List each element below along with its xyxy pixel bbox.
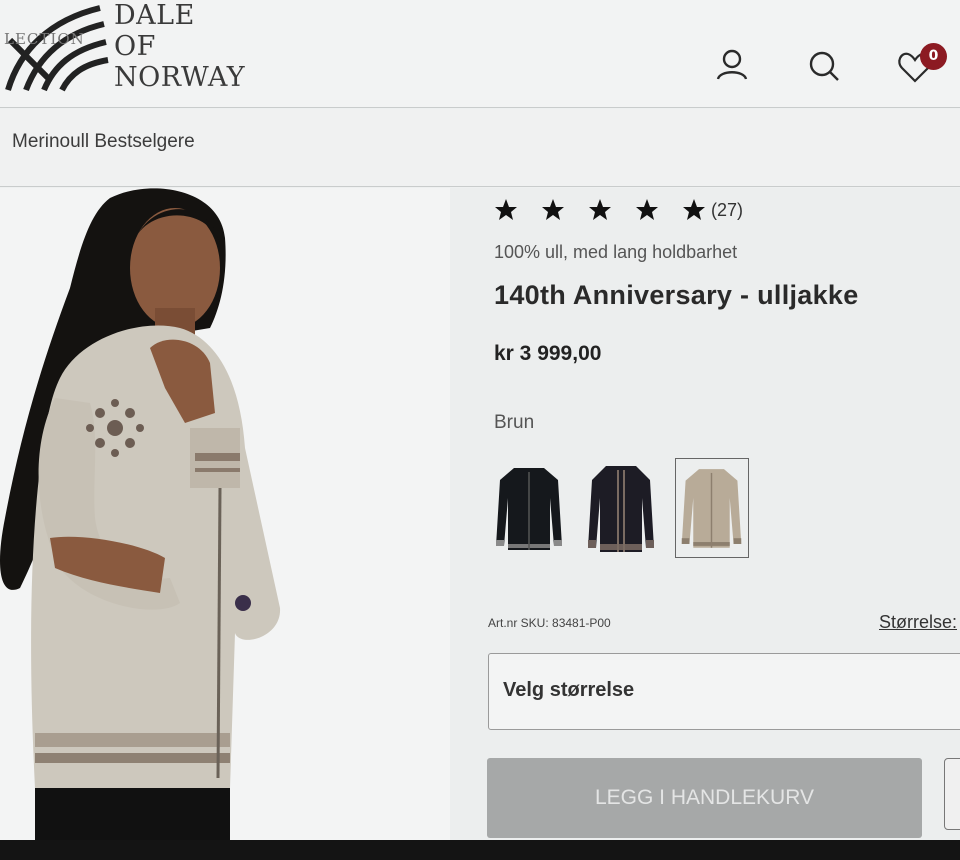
color-swatch-dark-navy[interactable] [584,458,658,558]
screen: LECTION DALE OF NORWAY 0 Merinoull Bests… [0,0,960,860]
user-icon [716,49,748,80]
search-icon [809,51,839,81]
model-wearing-cardigan-image [0,188,281,860]
navy-cardigan-thumbnail [588,466,654,552]
product-photo[interactable] [0,188,450,860]
selected-color-label: Brun [494,412,535,433]
star-icon [589,199,611,220]
wishlist-count-badge: 0 [920,43,947,70]
star-icon [495,199,517,220]
color-swatch-black[interactable] [492,458,566,558]
size-guide-link[interactable]: Størrelse: [879,612,957,633]
size-select-placeholder: Velg størrelse [503,679,635,701]
product-title: 140th Anniversary - ulljakke [494,280,859,310]
dale-of-norway-logo[interactable]: LECTION DALE OF NORWAY [0,0,270,105]
product-sku: Art.nr SKU: 83481-P00 [488,616,611,630]
breadcrumb-bar: Merinoull Bestselgere [0,109,960,187]
logo-line-2: OF [114,31,156,62]
search-button[interactable] [805,46,845,86]
color-swatch-brown-selected[interactable] [675,458,749,558]
site-header: LECTION DALE OF NORWAY 0 [0,0,960,108]
add-to-cart-button[interactable]: LEGG I HANDLEKURV [487,758,922,838]
logo-wordmark: DALE OF NORWAY [114,0,245,93]
product-tagline: 100% ull, med lang holdbarhet [494,242,738,262]
logo-line-1: DALE [114,0,195,31]
size-select[interactable]: Velg størrelse [488,653,960,730]
account-button[interactable] [712,46,752,86]
black-cardigan-thumbnail [496,468,562,550]
rating[interactable]: (27) [494,198,743,222]
brown-cardigan-thumbnail [681,469,742,548]
monitor-bezel [0,840,960,860]
star-icon [636,199,658,220]
product-price: kr 3 999,00 [494,342,602,365]
review-count[interactable]: (27) [711,200,743,221]
logo-line-3: NORWAY [114,62,246,93]
breadcrumb-link[interactable]: Merinoull Bestselgere [12,131,195,153]
star-icon [542,199,564,220]
add-to-wishlist-button[interactable] [944,758,960,830]
star-icon [683,199,705,220]
logo-side-text: LECTION [4,30,85,48]
